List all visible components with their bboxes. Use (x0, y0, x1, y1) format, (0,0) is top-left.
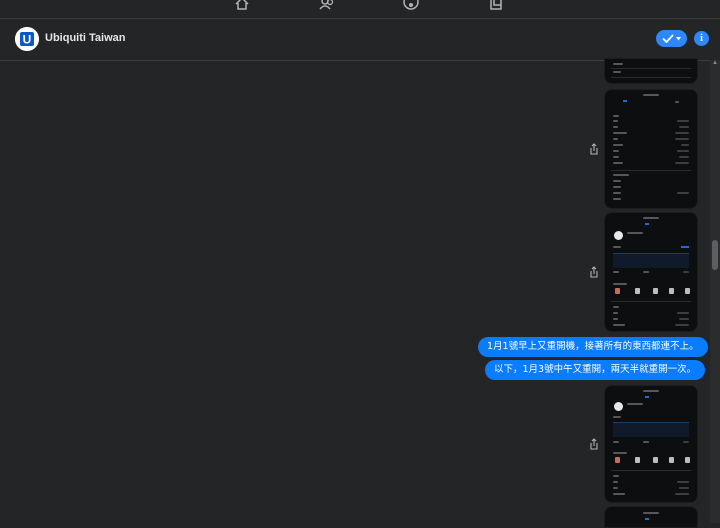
info-icon[interactable]: i (694, 31, 709, 46)
message-bubble[interactable]: 1月1號早上又重開機，接著所有的東西都連不上。 (478, 337, 708, 357)
chevron-down-icon (676, 36, 681, 40)
svg-text:U: U (23, 33, 32, 47)
marketplace-icon[interactable] (403, 0, 419, 10)
message-bubble[interactable]: 以下，1月3號中午又重開，兩天半就重開一次。 (485, 360, 706, 380)
image-attachment[interactable] (604, 58, 698, 84)
scroll-up-arrow-icon[interactable]: ▲ (711, 60, 719, 68)
pages-icon[interactable] (488, 0, 504, 10)
friends-icon[interactable] (319, 0, 335, 10)
image-attachment[interactable] (604, 506, 698, 528)
share-icon[interactable] (588, 438, 600, 450)
scrollbar-thumb[interactable] (712, 240, 718, 270)
image-attachment[interactable] (604, 385, 698, 503)
image-attachment[interactable] (604, 89, 698, 209)
check-icon (662, 34, 674, 43)
share-icon[interactable] (588, 143, 600, 155)
page-title[interactable]: Ubiquiti Taiwan (45, 32, 125, 44)
conversation-header: U Ubiquiti Taiwan i (0, 19, 710, 61)
scrollbar-track[interactable] (710, 60, 720, 523)
ubiquiti-logo-icon: U (15, 27, 39, 51)
status-dropdown-button[interactable] (656, 30, 687, 47)
share-icon[interactable] (588, 266, 600, 278)
image-attachment[interactable] (604, 212, 698, 332)
avatar[interactable]: U (15, 27, 39, 51)
home-icon[interactable] (234, 0, 250, 10)
top-nav (0, 0, 720, 19)
